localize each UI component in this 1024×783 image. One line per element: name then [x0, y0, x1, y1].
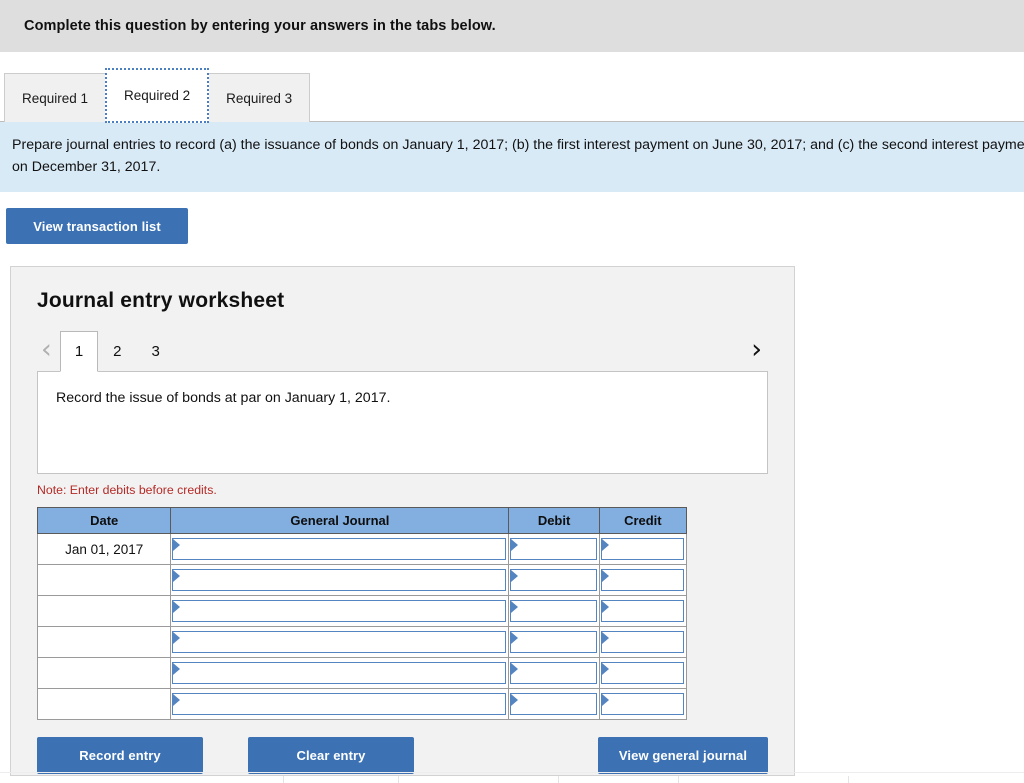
table-row [36, 564, 688, 596]
tab-required-2-label: Required 2 [124, 88, 191, 103]
debit-input[interactable] [510, 568, 597, 591]
clipped-table-below [0, 772, 1024, 783]
date-cell[interactable] [36, 688, 172, 720]
credit-input[interactable] [600, 599, 684, 622]
worksheet-title: Journal entry worksheet [37, 289, 285, 312]
debit-cell[interactable] [508, 533, 600, 565]
worksheet-pager: ‹ 1 2 3 › [37, 327, 768, 372]
general-journal-input[interactable] [172, 661, 507, 684]
date-cell[interactable]: Jan 01, 2017 [36, 533, 172, 565]
column-header-credit: Credit [598, 507, 688, 534]
general-journal-cell[interactable] [170, 533, 510, 565]
credit-input[interactable] [600, 568, 684, 591]
debit-cell[interactable] [508, 595, 600, 627]
credit-cell[interactable] [598, 595, 688, 627]
date-cell[interactable] [36, 657, 172, 689]
table-row: Jan 01, 2017 [36, 533, 688, 565]
debit-input[interactable] [510, 661, 597, 684]
general-journal-cell[interactable] [170, 595, 510, 627]
date-cell[interactable] [36, 626, 172, 658]
instruction-banner: Complete this question by entering your … [0, 0, 1024, 52]
debit-cell[interactable] [508, 564, 600, 596]
worksheet-page-2-label: 2 [113, 342, 122, 360]
general-journal-input[interactable] [172, 692, 507, 715]
instruction-banner-text: Complete this question by entering your … [24, 18, 496, 34]
date-cell[interactable] [36, 564, 172, 596]
general-journal-cell[interactable] [170, 657, 510, 689]
credit-input[interactable] [600, 630, 684, 653]
worksheet-task-text: Record the issue of bonds at par on Janu… [56, 390, 391, 406]
general-journal-input[interactable] [172, 568, 507, 591]
worksheet-page-1[interactable]: 1 [59, 331, 99, 372]
debit-input[interactable] [510, 599, 597, 622]
worksheet-actions: Record entry Clear entry View general jo… [37, 737, 768, 774]
worksheet-page-1-label: 1 [74, 343, 84, 360]
table-row [36, 688, 688, 720]
tab-required-3-label: Required 3 [226, 90, 293, 106]
column-header-general-journal: General Journal [170, 507, 510, 534]
question-description-text: Prepare journal entries to record (a) th… [12, 137, 1024, 175]
general-journal-cell[interactable] [170, 688, 510, 720]
journal-table-header-row: Date General Journal Debit Credit [36, 507, 688, 534]
journal-entry-table: Date General Journal Debit Credit Jan 01… [36, 507, 688, 720]
tab-required-2[interactable]: Required 2 [105, 68, 210, 123]
debits-before-credits-note: Note: Enter debits before credits. [37, 483, 217, 497]
general-journal-input[interactable] [172, 599, 507, 622]
record-entry-button[interactable]: Record entry [37, 737, 203, 774]
debit-input[interactable] [510, 537, 597, 560]
general-journal-input[interactable] [172, 537, 507, 560]
debit-cell[interactable] [508, 688, 600, 720]
credit-cell[interactable] [598, 564, 688, 596]
credit-cell[interactable] [598, 657, 688, 689]
debit-cell[interactable] [508, 626, 600, 658]
credit-input[interactable] [600, 692, 684, 715]
worksheet-page-3-label: 3 [151, 342, 160, 360]
worksheet-task-box: Record the issue of bonds at par on Janu… [37, 371, 768, 474]
question-description: Prepare journal entries to record (a) th… [0, 122, 1024, 192]
credit-cell[interactable] [598, 688, 688, 720]
debit-cell[interactable] [508, 657, 600, 689]
credit-input[interactable] [600, 537, 684, 560]
general-journal-cell[interactable] [170, 564, 510, 596]
general-journal-cell[interactable] [170, 626, 510, 658]
date-cell[interactable] [36, 595, 172, 627]
pager-prev-icon[interactable]: ‹ [37, 336, 60, 371]
required-tabs: Required 1 Required 2 Required 3 [0, 68, 1024, 123]
debit-input[interactable] [510, 692, 597, 715]
credit-cell[interactable] [598, 626, 688, 658]
general-journal-input[interactable] [172, 630, 507, 653]
credit-input[interactable] [600, 661, 684, 684]
column-header-date: Date [36, 507, 172, 534]
table-row [36, 595, 688, 627]
credit-cell[interactable] [598, 533, 688, 565]
debit-input[interactable] [510, 630, 597, 653]
journal-entry-worksheet-panel: Journal entry worksheet ‹ 1 2 3 › Record… [10, 266, 795, 776]
column-header-debit: Debit [508, 507, 600, 534]
clear-entry-button[interactable]: Clear entry [248, 737, 414, 774]
pager-next-icon[interactable]: › [747, 336, 768, 371]
view-general-journal-button[interactable]: View general journal [598, 737, 768, 774]
tab-required-1[interactable]: Required 1 [4, 73, 107, 122]
tab-required-1-label: Required 1 [22, 90, 89, 106]
worksheet-page-3[interactable]: 3 [137, 330, 175, 371]
worksheet-page-2[interactable]: 2 [98, 330, 136, 371]
table-row [36, 626, 688, 658]
view-transaction-list-button[interactable]: View transaction list [6, 208, 188, 244]
table-row [36, 657, 688, 689]
tab-required-3[interactable]: Required 3 [208, 73, 311, 122]
